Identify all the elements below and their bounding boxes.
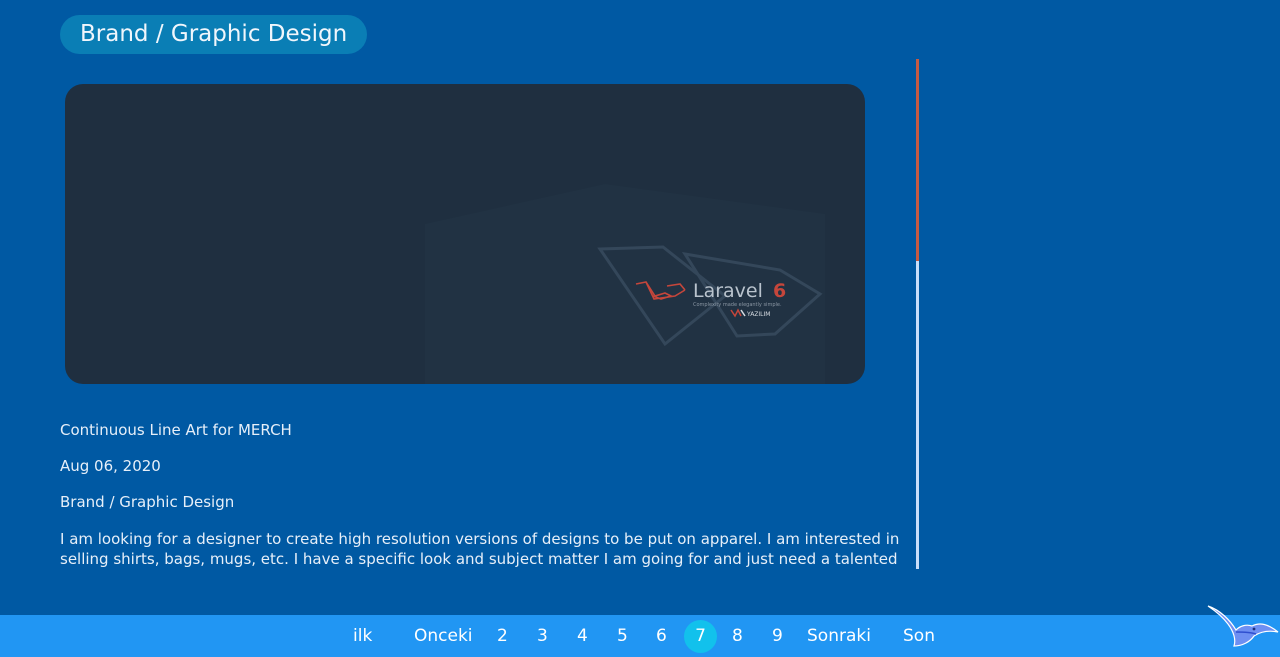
- pagination-page-5[interactable]: 5: [617, 615, 628, 657]
- category-badge[interactable]: Brand / Graphic Design: [60, 15, 368, 54]
- pagination-page-3[interactable]: 3: [537, 615, 548, 657]
- seagull-icon[interactable]: [1206, 602, 1280, 652]
- scrollbar-thumb[interactable]: [916, 59, 919, 261]
- post-description: I am looking for a designer to create hi…: [60, 530, 900, 568]
- logo-tagline: Complexity made elegantly simple.: [693, 302, 782, 308]
- pagination-last[interactable]: Son: [903, 615, 935, 657]
- pagination-page-6[interactable]: 6: [656, 615, 667, 657]
- pagination-page-2[interactable]: 2: [497, 615, 508, 657]
- pagination-next[interactable]: Sonraki: [807, 615, 871, 657]
- post-date: Aug 06, 2020: [60, 457, 161, 475]
- pagination-previous[interactable]: Onceki: [414, 615, 473, 657]
- pagination-bar: ilk Onceki 2 3 4 5 6 7 8 9 Sonraki Son: [0, 615, 1280, 657]
- logo-word: Laravel: [693, 280, 763, 302]
- post-image[interactable]: Laravel 6 Complexity made elegantly simp…: [65, 84, 865, 384]
- laravel-banner-graphic: Laravel 6 Complexity made elegantly simp…: [425, 184, 825, 384]
- pagination-page-4[interactable]: 4: [577, 615, 588, 657]
- pagination-page-8[interactable]: 8: [732, 615, 743, 657]
- page: Brand / Graphic Design Laravel 6 Complex…: [0, 0, 1280, 657]
- brand-word: YAZILIM: [746, 311, 770, 318]
- logo-version: 6: [773, 280, 786, 302]
- pagination-first[interactable]: ilk: [353, 615, 372, 657]
- pagination-page-current[interactable]: 7: [684, 620, 717, 653]
- post-category: Brand / Graphic Design: [60, 493, 235, 511]
- post-title[interactable]: Continuous Line Art for MERCH: [60, 421, 292, 439]
- pagination-page-9[interactable]: 9: [772, 615, 783, 657]
